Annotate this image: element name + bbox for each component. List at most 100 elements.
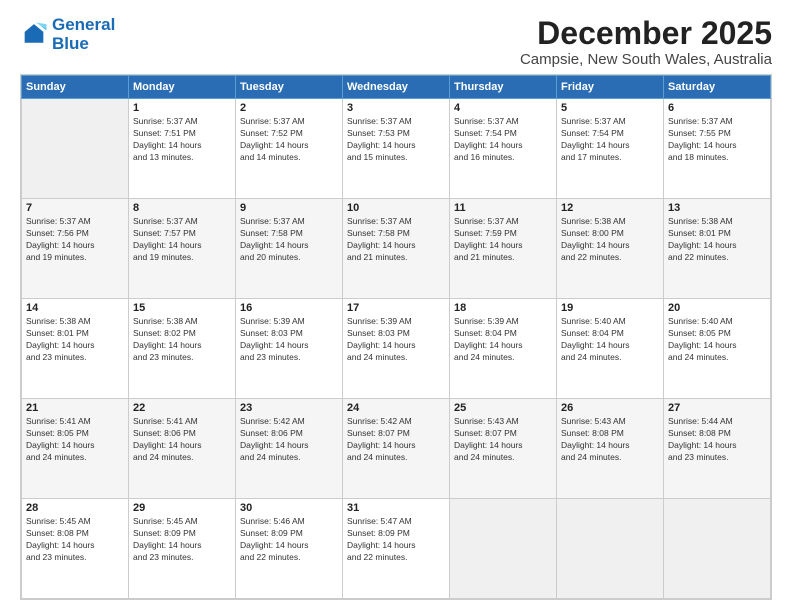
day-number: 17 — [347, 302, 445, 314]
calendar-body: 1Sunrise: 5:37 AM Sunset: 7:51 PM Daylig… — [22, 99, 771, 599]
day-number: 5 — [561, 102, 659, 114]
logo-icon — [20, 21, 48, 49]
day-info: Sunrise: 5:38 AM Sunset: 8:02 PM Dayligh… — [133, 316, 231, 364]
day-info: Sunrise: 5:38 AM Sunset: 8:00 PM Dayligh… — [561, 216, 659, 264]
subtitle: Campsie, New South Wales, Australia — [520, 51, 772, 68]
calendar-cell: 9 Sunrise: 5:37 AM Sunset: 7:58 PM Daylig… — [236, 199, 343, 299]
day-header-friday: Friday — [557, 76, 664, 99]
day-info: Sunrise: 5:38 AM Sunset: 8:01 PM Dayligh… — [668, 216, 766, 264]
calendar-cell: 25Sunrise: 5:43 AM Sunset: 8:07 PM Dayli… — [450, 399, 557, 499]
calendar-cell: 11 Sunrise: 5:37 AM Sunset: 7:59 PM Dayli… — [450, 199, 557, 299]
day-number: 2 — [240, 102, 338, 114]
calendar-cell: 26Sunrise: 5:43 AM Sunset: 8:08 PM Dayli… — [557, 399, 664, 499]
logo: General Blue — [20, 16, 115, 53]
day-number: 9 — [240, 202, 338, 214]
logo-text: General Blue — [52, 16, 115, 53]
calendar-table: SundayMondayTuesdayWednesdayThursdayFrid… — [21, 75, 771, 599]
calendar-cell — [557, 499, 664, 599]
day-number: 22 — [133, 402, 231, 414]
week-row-5: 28 Sunrise: 5:45 AM Sunset: 8:08 PM Dayli… — [22, 499, 771, 599]
day-number: 13 — [668, 202, 766, 214]
day-info: Sunrise: 5:37 AM Sunset: 7:54 PM Dayligh… — [561, 116, 659, 164]
calendar-cell: 18Sunrise: 5:39 AM Sunset: 8:04 PM Dayli… — [450, 299, 557, 399]
day-info: Sunrise: 5:47 AM Sunset: 8:09 PM Dayligh… — [347, 516, 445, 564]
day-number: 18 — [454, 302, 552, 314]
day-info: Sunrise: 5:37 AM Sunset: 7:55 PM Dayligh… — [668, 116, 766, 164]
day-number: 16 — [240, 302, 338, 314]
logo-line1: General — [52, 15, 115, 34]
day-number: 15 — [133, 302, 231, 314]
day-number: 10 — [347, 202, 445, 214]
logo-line2: Blue — [52, 34, 89, 53]
day-number: 27 — [668, 402, 766, 414]
week-row-1: 1Sunrise: 5:37 AM Sunset: 7:51 PM Daylig… — [22, 99, 771, 199]
day-info: Sunrise: 5:46 AM Sunset: 8:09 PM Dayligh… — [240, 516, 338, 564]
day-info: Sunrise: 5:37 AM Sunset: 7:58 PM Dayligh… — [240, 216, 338, 264]
day-info: Sunrise: 5:45 AM Sunset: 8:08 PM Dayligh… — [26, 516, 124, 564]
day-number: 25 — [454, 402, 552, 414]
day-info: Sunrise: 5:39 AM Sunset: 8:03 PM Dayligh… — [240, 316, 338, 364]
day-number: 14 — [26, 302, 124, 314]
day-info: Sunrise: 5:45 AM Sunset: 8:09 PM Dayligh… — [133, 516, 231, 564]
calendar-cell: 6 Sunrise: 5:37 AM Sunset: 7:55 PM Daylig… — [664, 99, 771, 199]
calendar-cell: 24Sunrise: 5:42 AM Sunset: 8:07 PM Dayli… — [343, 399, 450, 499]
day-number: 28 — [26, 502, 124, 514]
day-info: Sunrise: 5:42 AM Sunset: 8:07 PM Dayligh… — [347, 416, 445, 464]
day-number: 20 — [668, 302, 766, 314]
day-info: Sunrise: 5:37 AM Sunset: 7:54 PM Dayligh… — [454, 116, 552, 164]
day-number: 19 — [561, 302, 659, 314]
header: General Blue December 2025 Campsie, New … — [20, 16, 772, 68]
day-number: 29 — [133, 502, 231, 514]
calendar-cell: 15 Sunrise: 5:38 AM Sunset: 8:02 PM Dayli… — [129, 299, 236, 399]
calendar-cell: 16 Sunrise: 5:39 AM Sunset: 8:03 PM Dayli… — [236, 299, 343, 399]
calendar-cell: 12 Sunrise: 5:38 AM Sunset: 8:00 PM Dayli… — [557, 199, 664, 299]
day-info: Sunrise: 5:37 AM Sunset: 7:59 PM Dayligh… — [454, 216, 552, 264]
calendar: SundayMondayTuesdayWednesdayThursdayFrid… — [20, 74, 772, 600]
calendar-cell: 19Sunrise: 5:40 AM Sunset: 8:04 PM Dayli… — [557, 299, 664, 399]
day-number: 26 — [561, 402, 659, 414]
day-number: 8 — [133, 202, 231, 214]
day-header-thursday: Thursday — [450, 76, 557, 99]
calendar-cell — [664, 499, 771, 599]
calendar-cell — [450, 499, 557, 599]
day-header-wednesday: Wednesday — [343, 76, 450, 99]
day-info: Sunrise: 5:41 AM Sunset: 8:05 PM Dayligh… — [26, 416, 124, 464]
day-info: Sunrise: 5:39 AM Sunset: 8:03 PM Dayligh… — [347, 316, 445, 364]
day-info: Sunrise: 5:44 AM Sunset: 8:08 PM Dayligh… — [668, 416, 766, 464]
day-number: 7 — [26, 202, 124, 214]
day-info: Sunrise: 5:40 AM Sunset: 8:05 PM Dayligh… — [668, 316, 766, 364]
header-row: SundayMondayTuesdayWednesdayThursdayFrid… — [22, 76, 771, 99]
day-number: 21 — [26, 402, 124, 414]
day-number: 11 — [454, 202, 552, 214]
day-number: 12 — [561, 202, 659, 214]
calendar-cell: 2 Sunrise: 5:37 AM Sunset: 7:52 PM Daylig… — [236, 99, 343, 199]
day-number: 6 — [668, 102, 766, 114]
calendar-cell: 29 Sunrise: 5:45 AM Sunset: 8:09 PM Dayli… — [129, 499, 236, 599]
day-info: Sunrise: 5:37 AM Sunset: 7:58 PM Dayligh… — [347, 216, 445, 264]
day-number: 4 — [454, 102, 552, 114]
calendar-cell: 14Sunrise: 5:38 AM Sunset: 8:01 PM Dayli… — [22, 299, 129, 399]
day-header-monday: Monday — [129, 76, 236, 99]
day-header-tuesday: Tuesday — [236, 76, 343, 99]
calendar-cell: 31Sunrise: 5:47 AM Sunset: 8:09 PM Dayli… — [343, 499, 450, 599]
day-info: Sunrise: 5:42 AM Sunset: 8:06 PM Dayligh… — [240, 416, 338, 464]
week-row-3: 14Sunrise: 5:38 AM Sunset: 8:01 PM Dayli… — [22, 299, 771, 399]
week-row-4: 21 Sunrise: 5:41 AM Sunset: 8:05 PM Dayli… — [22, 399, 771, 499]
calendar-cell: 30Sunrise: 5:46 AM Sunset: 8:09 PM Dayli… — [236, 499, 343, 599]
calendar-cell: 28 Sunrise: 5:45 AM Sunset: 8:08 PM Dayli… — [22, 499, 129, 599]
day-info: Sunrise: 5:37 AM Sunset: 7:53 PM Dayligh… — [347, 116, 445, 164]
calendar-cell: 23Sunrise: 5:42 AM Sunset: 8:06 PM Dayli… — [236, 399, 343, 499]
calendar-cell: 13 Sunrise: 5:38 AM Sunset: 8:01 PM Dayli… — [664, 199, 771, 299]
day-header-sunday: Sunday — [22, 76, 129, 99]
week-row-2: 7Sunrise: 5:37 AM Sunset: 7:56 PM Daylig… — [22, 199, 771, 299]
calendar-header: SundayMondayTuesdayWednesdayThursdayFrid… — [22, 76, 771, 99]
calendar-cell: 27 Sunrise: 5:44 AM Sunset: 8:08 PM Dayli… — [664, 399, 771, 499]
calendar-cell: 7Sunrise: 5:37 AM Sunset: 7:56 PM Daylig… — [22, 199, 129, 299]
day-info: Sunrise: 5:37 AM Sunset: 7:52 PM Dayligh… — [240, 116, 338, 164]
calendar-cell: 10 Sunrise: 5:37 AM Sunset: 7:58 PM Dayli… — [343, 199, 450, 299]
day-header-saturday: Saturday — [664, 76, 771, 99]
calendar-cell: 1Sunrise: 5:37 AM Sunset: 7:51 PM Daylig… — [129, 99, 236, 199]
day-info: Sunrise: 5:37 AM Sunset: 7:57 PM Dayligh… — [133, 216, 231, 264]
day-number: 1 — [133, 102, 231, 114]
main-title: December 2025 — [520, 16, 772, 51]
